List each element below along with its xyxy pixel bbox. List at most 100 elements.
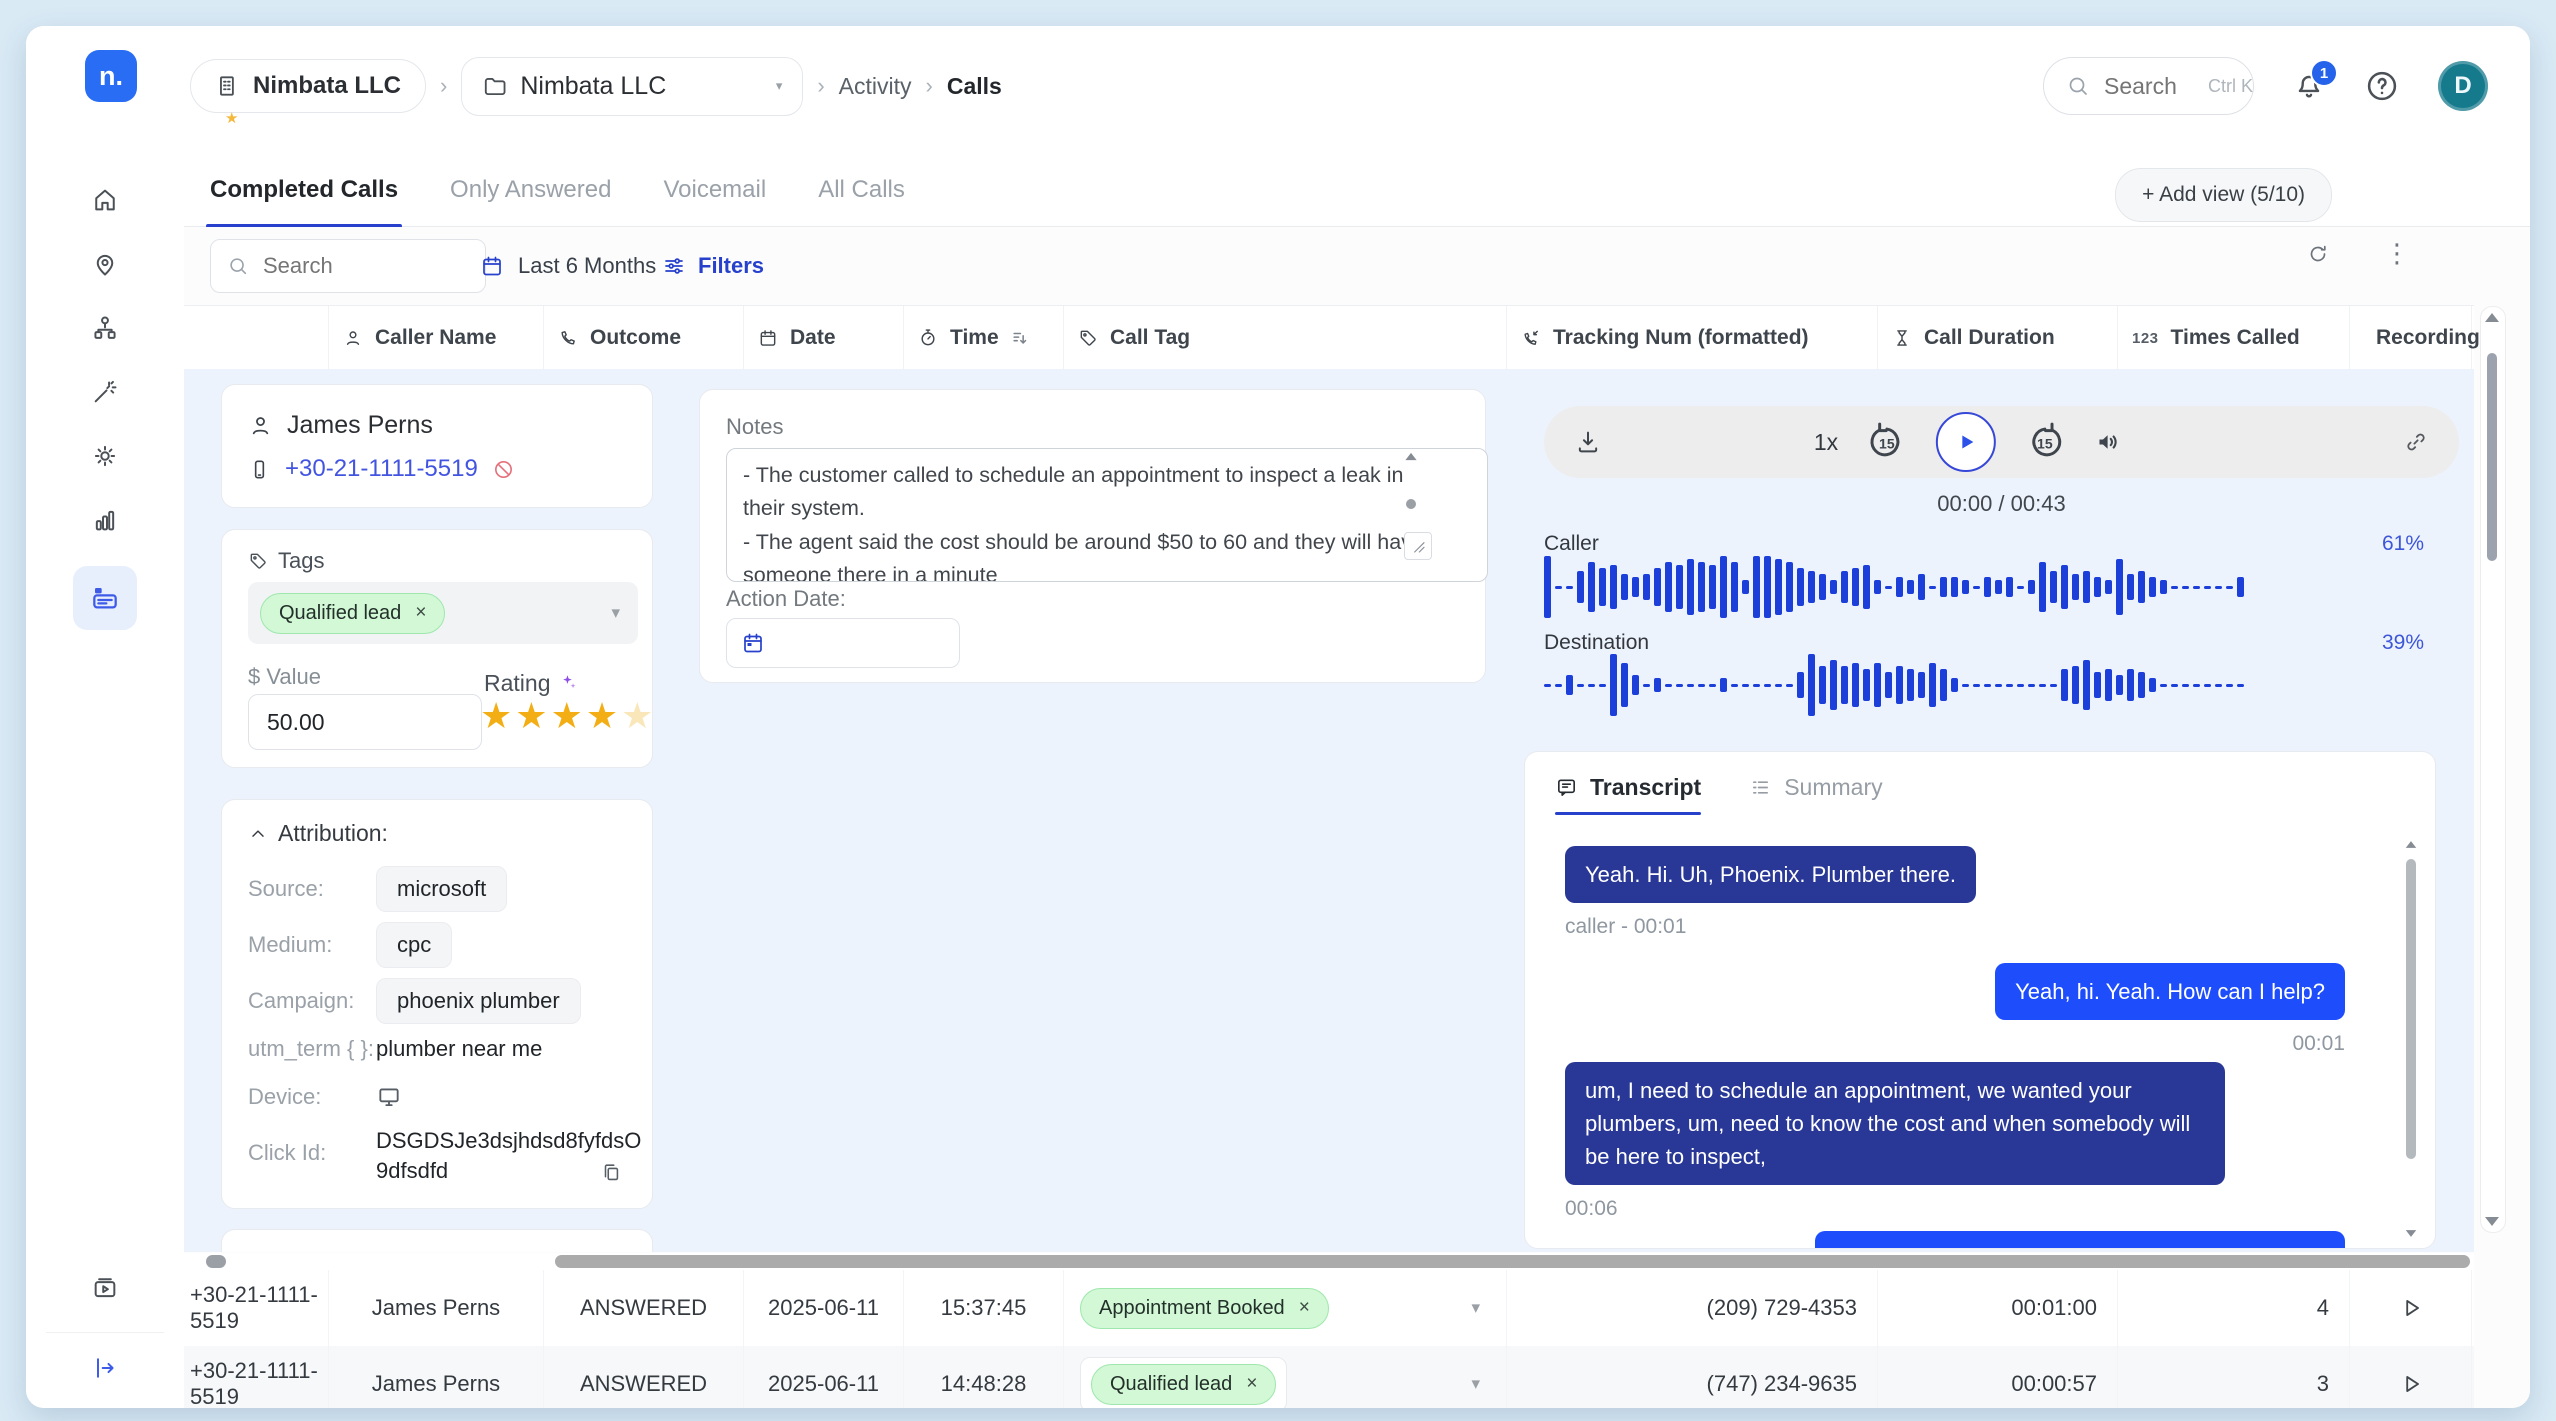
notifications-button[interactable]: 1 bbox=[2292, 69, 2326, 103]
value-input[interactable] bbox=[248, 694, 482, 750]
header-tracking-num[interactable]: Tracking Num (formatted) bbox=[1507, 306, 1878, 370]
chevron-down-icon[interactable]: ▾ bbox=[1471, 1374, 1480, 1394]
play-icon bbox=[1954, 430, 1978, 454]
remove-tag-icon[interactable]: × bbox=[415, 602, 426, 624]
attribution-header[interactable]: Attribution: bbox=[248, 820, 388, 847]
date-range-label: Last 6 Months bbox=[518, 253, 656, 279]
header-time[interactable]: Time bbox=[904, 306, 1064, 370]
sidebar-item-automation[interactable] bbox=[91, 378, 119, 406]
bar-chart-icon bbox=[91, 506, 119, 534]
action-date-input[interactable] bbox=[726, 618, 960, 668]
project-selector[interactable]: Nimbata LLC ▾ bbox=[461, 57, 803, 116]
folder-icon bbox=[482, 73, 508, 99]
table-search[interactable] bbox=[210, 239, 486, 293]
tab-voicemail[interactable]: Voicemail bbox=[663, 176, 766, 226]
table-row[interactable]: +30-21-1111-5519 James Perns ANSWERED 20… bbox=[184, 1346, 2474, 1408]
sidebar-item-reports[interactable] bbox=[91, 506, 119, 534]
rating-stars[interactable]: ★★★★★ bbox=[480, 698, 656, 734]
tab-all-calls[interactable]: All Calls bbox=[818, 176, 905, 226]
add-view-button[interactable]: + Add view (5/10) bbox=[2115, 168, 2332, 222]
tab-only-answered[interactable]: Only Answered bbox=[450, 176, 611, 226]
workspace-chip[interactable]: ★ Nimbata LLC bbox=[190, 59, 426, 113]
help-button[interactable] bbox=[2364, 68, 2400, 104]
tab-completed-calls[interactable]: Completed Calls bbox=[210, 176, 398, 226]
table-row[interactable]: +30-21-1111-5519 James Perns ANSWERED 20… bbox=[184, 1270, 2474, 1347]
header-call-duration[interactable]: Call Duration bbox=[1878, 306, 2118, 370]
playback-speed[interactable]: 1x bbox=[1814, 429, 1838, 456]
chat-icon bbox=[1555, 776, 1578, 799]
sidebar-item-routing[interactable] bbox=[91, 314, 119, 342]
chevron-down-icon[interactable]: ▾ bbox=[611, 603, 620, 623]
caller-waveform[interactable] bbox=[1544, 555, 2254, 619]
sidebar-item-home[interactable] bbox=[91, 186, 119, 214]
sidebar-item-locations[interactable] bbox=[91, 250, 119, 278]
transcript-bubble-caller: Yeah. Hi. Uh, Phoenix. Plumber there. bbox=[1565, 846, 1976, 903]
row-date: 2025-06-11 bbox=[744, 1346, 904, 1408]
row-play-recording[interactable] bbox=[2350, 1270, 2472, 1346]
chevron-down-icon[interactable]: ▾ bbox=[1471, 1298, 1480, 1318]
share-link-button[interactable] bbox=[2403, 429, 2429, 455]
header-call-tag[interactable]: Call Tag bbox=[1064, 306, 1507, 370]
rewind-15-icon[interactable]: 15 bbox=[1866, 421, 1908, 463]
filters-button[interactable]: Filters bbox=[662, 253, 764, 279]
copy-icon[interactable] bbox=[600, 1162, 622, 1184]
resize-grip[interactable] bbox=[1404, 532, 1432, 560]
search-shortcut: Ctrl K bbox=[2208, 76, 2253, 97]
calendar-icon bbox=[741, 631, 765, 655]
avatar[interactable]: D bbox=[2438, 61, 2488, 111]
header-caller-name[interactable]: Caller Name bbox=[329, 306, 544, 370]
caller-wave-label: Caller bbox=[1544, 532, 1599, 556]
caller-talk-pct: 61% bbox=[2382, 532, 2424, 556]
tags-select[interactable]: Qualified lead× ▾ bbox=[248, 582, 638, 644]
download-button[interactable] bbox=[1574, 428, 1602, 456]
row-play-recording[interactable] bbox=[2350, 1346, 2472, 1408]
destination-waveform[interactable] bbox=[1544, 653, 2254, 717]
sidebar-divider bbox=[46, 1332, 164, 1333]
video-icon bbox=[91, 1274, 119, 1302]
row-call-tag[interactable]: Appointment Booked× ▾ bbox=[1064, 1270, 1507, 1346]
playback-time: 00:00 / 00:43 bbox=[1544, 491, 2459, 517]
global-search[interactable]: Ctrl K bbox=[2043, 57, 2254, 115]
tab-transcript[interactable]: Transcript bbox=[1555, 774, 1701, 815]
block-number-icon[interactable] bbox=[492, 458, 515, 481]
horizontal-scrollbar[interactable] bbox=[184, 1253, 2474, 1270]
header-outcome[interactable]: Outcome bbox=[544, 306, 744, 370]
row-call-tag[interactable]: Qualified lead× ▾ bbox=[1064, 1346, 1507, 1408]
vertical-scroll-thumb[interactable] bbox=[2487, 353, 2497, 561]
transcript-scrollbar[interactable] bbox=[2403, 840, 2419, 1238]
breadcrumb-activity[interactable]: Activity bbox=[839, 73, 912, 100]
tag-icon bbox=[1078, 328, 1098, 348]
global-search-input[interactable] bbox=[2102, 72, 2196, 101]
notes-textarea[interactable]: - The customer called to schedule an app… bbox=[726, 448, 1488, 582]
sidebar-item-tutorials[interactable] bbox=[91, 1274, 119, 1302]
tab-summary[interactable]: Summary bbox=[1749, 774, 1882, 815]
nimbata-logo[interactable]: n. bbox=[85, 50, 137, 102]
sidebar-item-settings[interactable] bbox=[91, 442, 119, 470]
header-times-called[interactable]: 123Times Called bbox=[2118, 306, 2350, 370]
sidebar-expand-button[interactable] bbox=[91, 1354, 119, 1382]
table-search-input[interactable] bbox=[261, 252, 425, 280]
row-caller-name: James Perns bbox=[329, 1346, 544, 1408]
sidebar-item-call-log[interactable] bbox=[73, 566, 137, 630]
header-recording[interactable]: Recording bbox=[2350, 306, 2472, 370]
breadcrumb: ★ Nimbata LLC › Nimbata LLC ▾ › Activity… bbox=[190, 26, 1002, 146]
contact-phone-link[interactable]: +30-21-1111-5519 bbox=[285, 455, 478, 483]
horizontal-scroll-thumb[interactable] bbox=[555, 1255, 2470, 1268]
remove-tag-icon[interactable]: × bbox=[1246, 1373, 1257, 1395]
date-range-picker[interactable]: Last 6 Months bbox=[480, 253, 656, 279]
refresh-button[interactable] bbox=[2306, 242, 2330, 266]
speaker-icon[interactable] bbox=[2094, 427, 2124, 457]
header-date[interactable]: Date bbox=[744, 306, 904, 370]
filters-label: Filters bbox=[698, 253, 764, 279]
destination-talk-pct: 39% bbox=[2382, 631, 2424, 655]
scroll-left-button[interactable] bbox=[206, 1255, 226, 1268]
more-options-button[interactable]: ⋮ bbox=[2384, 242, 2410, 266]
remove-tag-icon[interactable]: × bbox=[1299, 1297, 1310, 1319]
forward-15-icon[interactable]: 15 bbox=[2024, 421, 2066, 463]
vertical-scrollbar[interactable] bbox=[2480, 306, 2506, 1233]
svg-text:15: 15 bbox=[2037, 435, 2053, 451]
campaign-label: Campaign: bbox=[248, 988, 376, 1014]
play-button[interactable] bbox=[1936, 412, 1996, 472]
contact-card: James Perns +30-21-1111-5519 bbox=[221, 384, 653, 508]
breadcrumb-calls[interactable]: Calls bbox=[947, 73, 1002, 100]
